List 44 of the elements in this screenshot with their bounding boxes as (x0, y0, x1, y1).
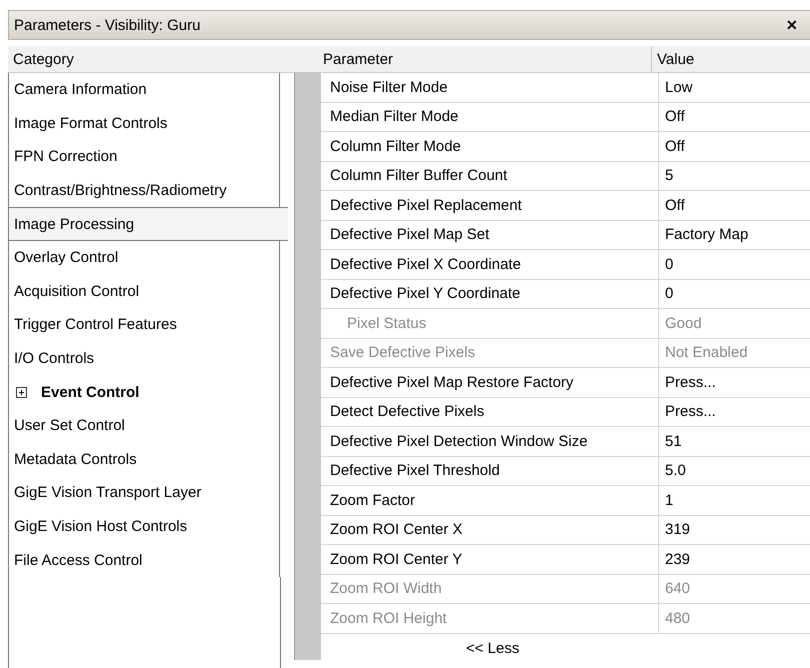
parameter-name[interactable]: Defective Pixel Threshold (321, 456, 659, 485)
expand-icon[interactable] (16, 386, 27, 398)
less-button[interactable]: << Less (464, 638, 522, 658)
category-label[interactable]: Event Control (41, 384, 140, 401)
parameter-name[interactable]: Zoom ROI Center X (321, 516, 659, 544)
window-title: Parameters - Visibility: Guru (14, 16, 200, 34)
close-button[interactable]: ✕ (784, 17, 800, 33)
parameter-name[interactable]: Noise Filter Mode (321, 73, 659, 102)
parameter-name[interactable]: Zoom Factor (321, 486, 659, 514)
parameter-value[interactable]: Press... (659, 368, 810, 396)
parameter-value[interactable]: 239 (659, 545, 810, 574)
parameter-value[interactable]: Low (659, 73, 810, 102)
column-header: Category (12, 50, 75, 70)
parameter-value: Not Enabled (664, 343, 749, 364)
parameter-value: Good (664, 314, 703, 334)
parameter-value[interactable]: 5.0 (659, 456, 810, 485)
category-item[interactable]: Image Processing (8, 207, 288, 241)
parameter-value[interactable]: 51 (659, 427, 810, 456)
parameter-name[interactable]: Defective Pixel Detection Window Size (321, 427, 659, 456)
parameter-value[interactable]: Off (659, 102, 810, 131)
parameter-name[interactable]: Defective Pixel Map Set (321, 220, 659, 249)
column-header: Value (656, 50, 696, 70)
parameter-name[interactable]: Column Filter Mode (321, 132, 659, 160)
category-item[interactable]: Contrast/Brightness/Radiometry (9, 174, 280, 208)
parameter-value[interactable]: Off (659, 191, 810, 220)
parameter-name[interactable]: Defective Pixel Replacement (321, 191, 659, 220)
parameter-value[interactable]: 0 (659, 250, 810, 278)
parameter-name[interactable]: Median Filter Mode (321, 102, 659, 131)
parameter-value[interactable]: Press... (659, 398, 810, 426)
parameter-name[interactable]: Defective Pixel Map Restore Factory (321, 368, 659, 396)
parameter-value: 640 (664, 579, 692, 600)
parameter-value[interactable]: 1 (659, 486, 810, 514)
parameter-value[interactable]: Factory Map (659, 220, 810, 249)
column-header: Parameter (314, 46, 652, 72)
parameter-value[interactable]: Off (659, 132, 810, 160)
parameter-value: 480 (664, 608, 692, 629)
parameter-name[interactable]: Zoom ROI Center Y (321, 545, 659, 574)
parameter-value[interactable]: 5 (659, 162, 810, 190)
parameter-name[interactable]: Defective Pixel Y Coordinate (321, 280, 659, 308)
parameter-name[interactable]: Column Filter Buffer Count (321, 162, 659, 190)
parameter-name[interactable]: Detect Defective Pixels (321, 398, 659, 426)
parameter-value[interactable]: 319 (659, 516, 810, 544)
parameter-name[interactable]: Defective Pixel X Coordinate (321, 250, 659, 278)
parameter-value[interactable]: 0 (659, 280, 810, 308)
